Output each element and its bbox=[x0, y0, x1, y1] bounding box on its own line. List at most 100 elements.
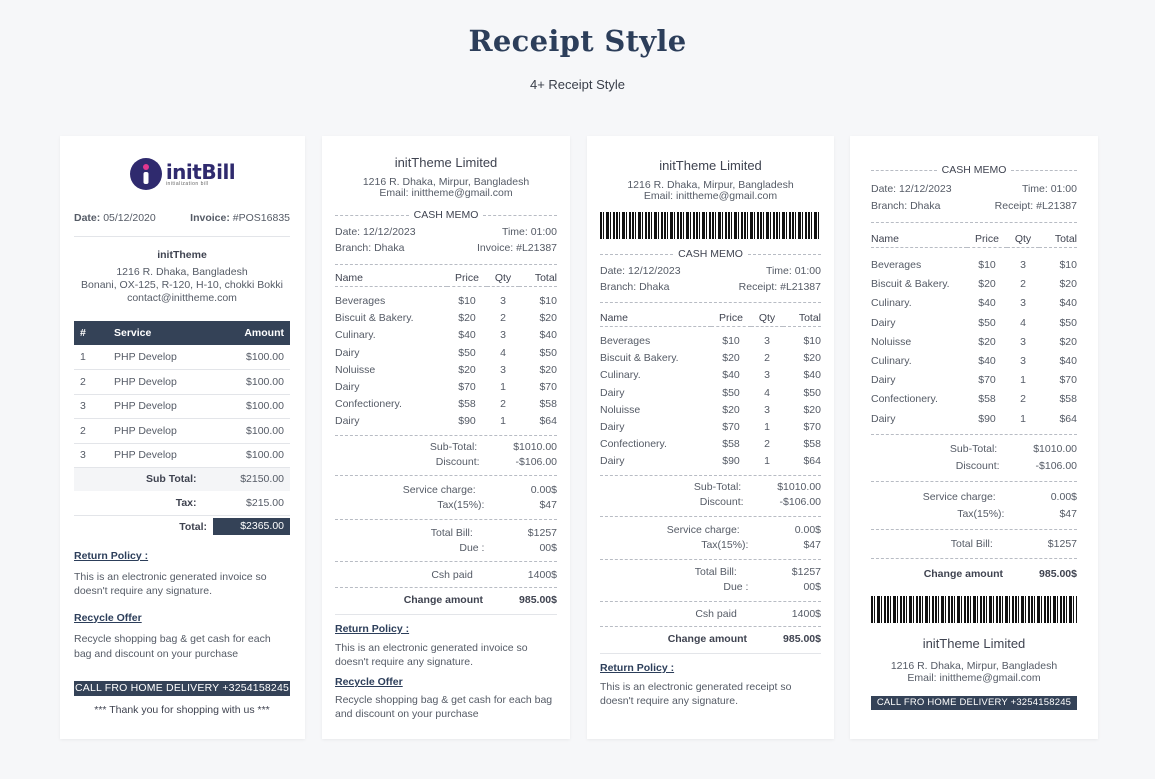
change-amount-label: Change amount bbox=[403, 594, 484, 606]
cell-name: Dairy bbox=[335, 415, 360, 428]
col-header-total: Total bbox=[1054, 232, 1077, 245]
cell-name: Dairy bbox=[335, 381, 360, 394]
cell-name: Dairy bbox=[871, 374, 896, 387]
subtotal-row: Sub Total: $2150.00 bbox=[74, 467, 290, 491]
table-row: Culinary. $40 3 $40 bbox=[871, 351, 1077, 370]
cell-price: $20 bbox=[978, 278, 996, 291]
cell-price: $70 bbox=[458, 381, 476, 394]
cell-name: Dairy bbox=[335, 346, 360, 359]
cash-paid-row: Csh paid 1400$ bbox=[335, 569, 557, 581]
col-header-qty: Qty bbox=[758, 311, 776, 324]
cell-no: 3 bbox=[80, 449, 86, 462]
discount-value: -$106.00 bbox=[779, 496, 821, 508]
table-row: Biscuit & Bakery. $20 2 $20 bbox=[600, 350, 821, 367]
cell-price: $40 bbox=[458, 329, 476, 342]
date-time-row: Date: 12/12/2023 Time: 01:00 bbox=[335, 226, 557, 238]
cash-paid-value: 1400$ bbox=[791, 608, 821, 620]
return-policy-title: Return Policy : bbox=[74, 549, 149, 562]
total-label: Total: bbox=[179, 520, 207, 533]
date-time-row: Date: 12/12/2023 Time: 01:00 bbox=[871, 183, 1077, 195]
cell-total: $64 bbox=[803, 455, 821, 468]
cell-price: $90 bbox=[722, 455, 740, 468]
table-row: Dairy $90 1 $64 bbox=[335, 413, 557, 430]
recycle-offer-title: Recycle Offer bbox=[74, 611, 142, 624]
cell-total: $20 bbox=[1059, 335, 1077, 348]
cell-qty: 3 bbox=[764, 335, 770, 348]
total-bill-value: $1257 bbox=[791, 566, 821, 578]
cell-qty: 1 bbox=[764, 455, 770, 468]
table-header: Name Price Qty Total bbox=[335, 270, 557, 286]
cell-name: Dairy bbox=[600, 386, 625, 399]
cell-service: PHP Develop bbox=[114, 449, 177, 462]
cell-qty: 2 bbox=[764, 438, 770, 451]
tax-row: Tax(15%): $47 bbox=[871, 506, 1077, 523]
cell-total: $40 bbox=[803, 369, 821, 382]
table-header: Name Price Qty Total bbox=[871, 231, 1077, 247]
cell-amount: $100.00 bbox=[246, 424, 284, 437]
receipt-card-2: initTheme Limited 1216 R. Dhaka, Mirpur,… bbox=[322, 136, 570, 739]
tax-value: $215.00 bbox=[246, 496, 284, 509]
cell-qty: 4 bbox=[500, 346, 506, 359]
page-subtitle: 4+ Receipt Style bbox=[529, 77, 626, 92]
tax-label: Tax: bbox=[175, 496, 197, 509]
cash-memo-divider: CASH MEMO bbox=[335, 209, 558, 221]
cell-total: $50 bbox=[803, 386, 821, 399]
company-name: initTheme Limited bbox=[922, 636, 1026, 652]
col-header-price: Price bbox=[719, 311, 743, 324]
service-charge-label: Service charge: bbox=[922, 491, 996, 504]
cell-qty: 3 bbox=[1020, 259, 1026, 272]
change-amount-value: 985.00$ bbox=[1039, 568, 1077, 581]
cell-qty: 2 bbox=[1020, 278, 1026, 291]
cell-price: $70 bbox=[978, 374, 996, 387]
recycle-offer-text: Recycle shopping bag & get cash for each… bbox=[335, 694, 553, 720]
table-row: 2 PHP Develop $100.00 bbox=[74, 370, 290, 394]
home-delivery-banner: CALL FRO HOME DELIVERY +3254158245 bbox=[871, 696, 1077, 711]
col-header-name: Name bbox=[600, 311, 629, 324]
cell-qty: 2 bbox=[500, 398, 506, 411]
divider bbox=[74, 236, 290, 237]
change-amount-row: Change amount 985.00$ bbox=[600, 633, 821, 645]
company-name: initTheme bbox=[157, 249, 207, 261]
total-bill-label: Total Bill: bbox=[430, 527, 473, 539]
cell-qty: 3 bbox=[764, 369, 770, 382]
cell-price: $58 bbox=[458, 398, 476, 411]
cell-total: $10 bbox=[803, 335, 821, 348]
total-bill-row: Total Bill: $1257 bbox=[600, 565, 821, 580]
cell-total: $40 bbox=[1059, 297, 1077, 310]
cell-name: Culinary. bbox=[871, 297, 912, 310]
cell-price: $58 bbox=[978, 393, 996, 406]
table-row: Dairy $50 4 $50 bbox=[871, 313, 1077, 332]
col-header-total: Total bbox=[798, 311, 821, 324]
cell-name: Noluisse bbox=[871, 335, 912, 348]
cell-qty: 3 bbox=[1020, 335, 1026, 348]
cell-name: Biscuit & Bakery. bbox=[871, 278, 950, 291]
cell-qty: 4 bbox=[1020, 316, 1026, 329]
tax-row: Tax: $215.00 bbox=[74, 491, 290, 515]
total-value: $2365.00 bbox=[213, 518, 290, 535]
cell-total: $50 bbox=[539, 346, 557, 359]
cell-total: $20 bbox=[539, 363, 557, 376]
total-bill-value: $1257 bbox=[527, 527, 557, 539]
branch-receipt-row: Branch: Dhaka Receipt: #L21387 bbox=[871, 200, 1077, 212]
service-charge-row: Service charge: 0.00$ bbox=[600, 523, 821, 538]
total-row: Total: $2365.00 bbox=[74, 517, 290, 537]
cell-price: $50 bbox=[458, 346, 476, 359]
cell-price: $90 bbox=[978, 412, 996, 425]
table-row: Noluisse $20 3 $20 bbox=[335, 361, 557, 378]
cell-name: Biscuit & Bakery. bbox=[600, 352, 679, 365]
col-header-no: # bbox=[80, 327, 86, 339]
date-invoice-row: Date: 05/12/2020 Invoice: #POS16835 bbox=[74, 212, 290, 224]
barcode-image bbox=[871, 596, 1077, 624]
cell-name: Confectionery. bbox=[600, 438, 667, 451]
receipt-card-1: initBill initialization bill Date: 05/12… bbox=[60, 136, 305, 739]
subtotal-label: Sub-Total: bbox=[693, 481, 742, 493]
table-row: Biscuit & Bakery. $20 2 $20 bbox=[871, 275, 1077, 294]
subtotal-label: Sub Total: bbox=[145, 473, 197, 486]
cell-price: $10 bbox=[978, 259, 996, 272]
cell-price: $70 bbox=[722, 421, 740, 434]
table-row: Confectionery. $58 2 $58 bbox=[335, 396, 557, 413]
cash-paid-label: Csh paid bbox=[431, 569, 473, 581]
date-time-row: Date: 12/12/2023 Time: 01:00 bbox=[600, 265, 821, 277]
cell-no: 2 bbox=[80, 424, 86, 437]
date-label: Date: bbox=[74, 212, 101, 224]
